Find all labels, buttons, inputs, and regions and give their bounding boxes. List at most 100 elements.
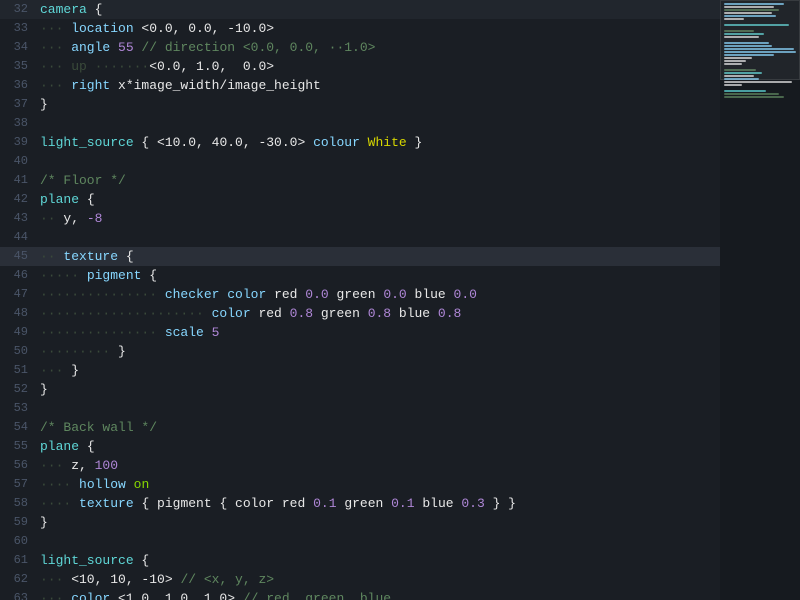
line-number: 37 bbox=[0, 95, 36, 114]
line-content: ··· location <0.0, 0.0, -10.0> bbox=[36, 19, 720, 38]
line-content: light_source { <10.0, 40.0, -30.0> colou… bbox=[36, 133, 720, 152]
line-number: 32 bbox=[0, 0, 36, 19]
line-number: 57 bbox=[0, 475, 36, 494]
line-content: } bbox=[36, 380, 720, 399]
line-content: ··· <10, 10, -10> // <x, y, z> bbox=[36, 570, 720, 589]
code-editor[interactable]: 32camera {33··· location <0.0, 0.0, -10.… bbox=[0, 0, 720, 600]
line-number: 62 bbox=[0, 570, 36, 589]
code-line: 32camera { bbox=[0, 0, 720, 19]
code-line: 51··· } bbox=[0, 361, 720, 380]
code-line: 55plane { bbox=[0, 437, 720, 456]
code-line: 61light_source { bbox=[0, 551, 720, 570]
line-content: /* Back wall */ bbox=[36, 418, 720, 437]
code-line: 57···· hollow on bbox=[0, 475, 720, 494]
line-content: ·· y, -8 bbox=[36, 209, 720, 228]
line-content: ········· } bbox=[36, 342, 720, 361]
code-line: 35··· up ·······<0.0, 1.0, 0.0> bbox=[0, 57, 720, 76]
line-content: } bbox=[36, 95, 720, 114]
line-content: ··· up ·······<0.0, 1.0, 0.0> bbox=[36, 57, 720, 76]
line-number: 43 bbox=[0, 209, 36, 228]
line-number: 38 bbox=[0, 114, 36, 133]
code-line: 62··· <10, 10, -10> // <x, y, z> bbox=[0, 570, 720, 589]
line-content: ··············· checker color red 0.0 gr… bbox=[36, 285, 720, 304]
line-content: ····················· color red 0.8 gree… bbox=[36, 304, 720, 323]
line-number: 42 bbox=[0, 190, 36, 209]
minimap bbox=[720, 0, 800, 600]
minimap-viewport[interactable] bbox=[720, 0, 800, 80]
line-number: 54 bbox=[0, 418, 36, 437]
line-content: ··· right x*image_width/image_height bbox=[36, 76, 720, 95]
line-content: plane { bbox=[36, 437, 720, 456]
code-line: 63··· color <1.0, 1.0, 1.0> // red, gree… bbox=[0, 589, 720, 600]
line-number: 52 bbox=[0, 380, 36, 399]
code-line: 50········· } bbox=[0, 342, 720, 361]
line-content: ··· angle 55 // direction <0.0, 0.0, ··1… bbox=[36, 38, 720, 57]
code-line: 56··· z, 100 bbox=[0, 456, 720, 475]
line-content bbox=[36, 228, 720, 247]
code-line: 60 bbox=[0, 532, 720, 551]
line-number: 50 bbox=[0, 342, 36, 361]
code-line: 39light_source { <10.0, 40.0, -30.0> col… bbox=[0, 133, 720, 152]
code-line: 33··· location <0.0, 0.0, -10.0> bbox=[0, 19, 720, 38]
line-number: 39 bbox=[0, 133, 36, 152]
line-content: camera { bbox=[36, 0, 720, 19]
line-content: ···· hollow on bbox=[36, 475, 720, 494]
minimap-line bbox=[724, 93, 779, 95]
line-content: /* Floor */ bbox=[36, 171, 720, 190]
code-line: 38 bbox=[0, 114, 720, 133]
line-number: 61 bbox=[0, 551, 36, 570]
line-number: 55 bbox=[0, 437, 36, 456]
line-content: light_source { bbox=[36, 551, 720, 570]
line-number: 46 bbox=[0, 266, 36, 285]
code-line: 37} bbox=[0, 95, 720, 114]
minimap-line bbox=[724, 84, 742, 86]
line-number: 63 bbox=[0, 589, 36, 600]
line-content bbox=[36, 399, 720, 418]
code-line: 45·· texture { bbox=[0, 247, 720, 266]
line-content: ·· texture { bbox=[36, 247, 720, 266]
code-line: 42plane { bbox=[0, 190, 720, 209]
line-content: ····· pigment { bbox=[36, 266, 720, 285]
minimap-line bbox=[724, 90, 766, 92]
line-number: 44 bbox=[0, 228, 36, 247]
code-line: 52} bbox=[0, 380, 720, 399]
line-number: 45 bbox=[0, 247, 36, 266]
code-line: 49··············· scale 5 bbox=[0, 323, 720, 342]
line-number: 34 bbox=[0, 38, 36, 57]
line-number: 56 bbox=[0, 456, 36, 475]
line-number: 60 bbox=[0, 532, 36, 551]
line-number: 49 bbox=[0, 323, 36, 342]
code-line: 41/* Floor */ bbox=[0, 171, 720, 190]
line-content bbox=[36, 114, 720, 133]
line-content: plane { bbox=[36, 190, 720, 209]
code-line: 59} bbox=[0, 513, 720, 532]
code-line: 43·· y, -8 bbox=[0, 209, 720, 228]
code-line: 47··············· checker color red 0.0 … bbox=[0, 285, 720, 304]
line-number: 59 bbox=[0, 513, 36, 532]
line-content: ··· z, 100 bbox=[36, 456, 720, 475]
line-content: } bbox=[36, 513, 720, 532]
line-content: ···· texture { pigment { color red 0.1 g… bbox=[36, 494, 720, 513]
minimap-line bbox=[724, 81, 792, 83]
line-content bbox=[36, 152, 720, 171]
line-number: 48 bbox=[0, 304, 36, 323]
code-line: 40 bbox=[0, 152, 720, 171]
code-line: 48····················· color red 0.8 gr… bbox=[0, 304, 720, 323]
minimap-line bbox=[724, 96, 784, 98]
code-line: 36··· right x*image_width/image_height bbox=[0, 76, 720, 95]
code-line: 46····· pigment { bbox=[0, 266, 720, 285]
code-line: 54/* Back wall */ bbox=[0, 418, 720, 437]
line-content: ··· color <1.0, 1.0, 1.0> // red, green,… bbox=[36, 589, 720, 600]
code-line: 58···· texture { pigment { color red 0.1… bbox=[0, 494, 720, 513]
line-number: 41 bbox=[0, 171, 36, 190]
code-line: 53 bbox=[0, 399, 720, 418]
line-number: 36 bbox=[0, 76, 36, 95]
line-number: 35 bbox=[0, 57, 36, 76]
line-number: 53 bbox=[0, 399, 36, 418]
line-number: 58 bbox=[0, 494, 36, 513]
line-number: 51 bbox=[0, 361, 36, 380]
line-content: ··· } bbox=[36, 361, 720, 380]
line-number: 40 bbox=[0, 152, 36, 171]
line-content bbox=[36, 532, 720, 551]
line-content: ··············· scale 5 bbox=[36, 323, 720, 342]
